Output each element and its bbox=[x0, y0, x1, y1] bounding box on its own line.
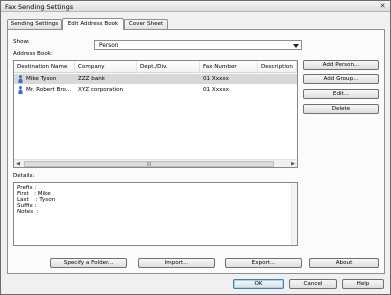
specify-folder-button[interactable]: Specify a Folder... bbox=[50, 258, 127, 268]
edit-button[interactable]: Edit... bbox=[303, 89, 379, 99]
cell-fax-number: 01 Xxxxx bbox=[203, 76, 229, 82]
cancel-button[interactable]: Cancel bbox=[289, 279, 337, 289]
about-button[interactable]: About bbox=[309, 258, 379, 268]
list-header: Destination Name Company Dept./Div. Fax … bbox=[14, 61, 297, 73]
add-person-button[interactable]: Add Person... bbox=[303, 60, 379, 70]
export-button[interactable]: Export... bbox=[225, 258, 302, 268]
column-header-fax-number[interactable]: Fax Number bbox=[200, 61, 258, 73]
tab-sending-settings[interactable]: Sending Settings bbox=[7, 19, 62, 29]
person-icon bbox=[18, 75, 23, 83]
tab-edit-address-book[interactable]: Edit Address Book bbox=[62, 18, 124, 30]
scrollbar-grip: III bbox=[146, 162, 152, 168]
horizontal-scrollbar[interactable]: ◀ III ▶ bbox=[14, 159, 297, 167]
show-dropdown-value: Person bbox=[99, 42, 119, 49]
cell-dept bbox=[140, 74, 198, 84]
scroll-left-icon[interactable]: ◀ bbox=[14, 160, 22, 167]
chevron-down-icon[interactable] bbox=[293, 44, 299, 48]
tab-cover-sheet[interactable]: Cover Sheet bbox=[124, 19, 168, 29]
table-row[interactable]: Mr. Robert Bro... XYZ corporation 01 Xxx… bbox=[14, 85, 297, 95]
cell-description bbox=[261, 85, 297, 95]
column-header-dept[interactable]: Dept./Div. bbox=[137, 61, 200, 73]
import-button[interactable]: Import... bbox=[138, 258, 215, 268]
column-header-destination-name[interactable]: Destination Name bbox=[14, 61, 75, 73]
address-book-list[interactable]: Destination Name Company Dept./Div. Fax … bbox=[13, 60, 298, 168]
window-title: Fax Sending Settings bbox=[5, 3, 74, 11]
delete-button[interactable]: Delete bbox=[303, 104, 379, 114]
details-label: Details: bbox=[13, 173, 35, 179]
cell-fax-number: 01 Xxxxx bbox=[203, 87, 229, 93]
details-line-notes: Notes : bbox=[17, 209, 39, 215]
person-icon bbox=[18, 86, 23, 94]
add-group-button[interactable]: Add Group... bbox=[303, 74, 379, 84]
column-header-company[interactable]: Company bbox=[75, 61, 137, 73]
address-book-label: Address Book: bbox=[13, 51, 53, 57]
ok-button[interactable]: OK bbox=[233, 279, 284, 289]
show-label: Show: bbox=[13, 39, 30, 45]
title-bar: Fax Sending Settings ✕ bbox=[1, 1, 390, 12]
cell-destination-name: Mr. Robert Bro... bbox=[26, 87, 72, 93]
cell-destination-name: Mike Tyson bbox=[26, 76, 57, 82]
fax-sending-settings-window: Fax Sending Settings ✕ Sending Settings … bbox=[0, 0, 391, 295]
cell-description bbox=[261, 74, 297, 84]
scrollbar-thumb[interactable]: III bbox=[24, 161, 274, 167]
details-textbox[interactable]: Prefix : First : Mike Last : Tyson Suffi… bbox=[13, 182, 298, 246]
table-row[interactable]: Mike Tyson ZZZ bank 01 Xxxxx bbox=[14, 74, 297, 84]
cell-company: ZZZ bank bbox=[78, 76, 106, 82]
column-header-description[interactable]: Description bbox=[258, 61, 297, 73]
cell-company: XYZ corporation bbox=[78, 87, 124, 93]
cell-dept bbox=[140, 85, 198, 95]
show-dropdown[interactable]: Person bbox=[94, 40, 302, 50]
scroll-right-icon[interactable]: ▶ bbox=[289, 160, 297, 167]
close-icon[interactable]: ✕ bbox=[378, 2, 387, 10]
vertical-scrollbar[interactable] bbox=[291, 183, 297, 245]
help-button[interactable]: Help bbox=[342, 279, 384, 289]
